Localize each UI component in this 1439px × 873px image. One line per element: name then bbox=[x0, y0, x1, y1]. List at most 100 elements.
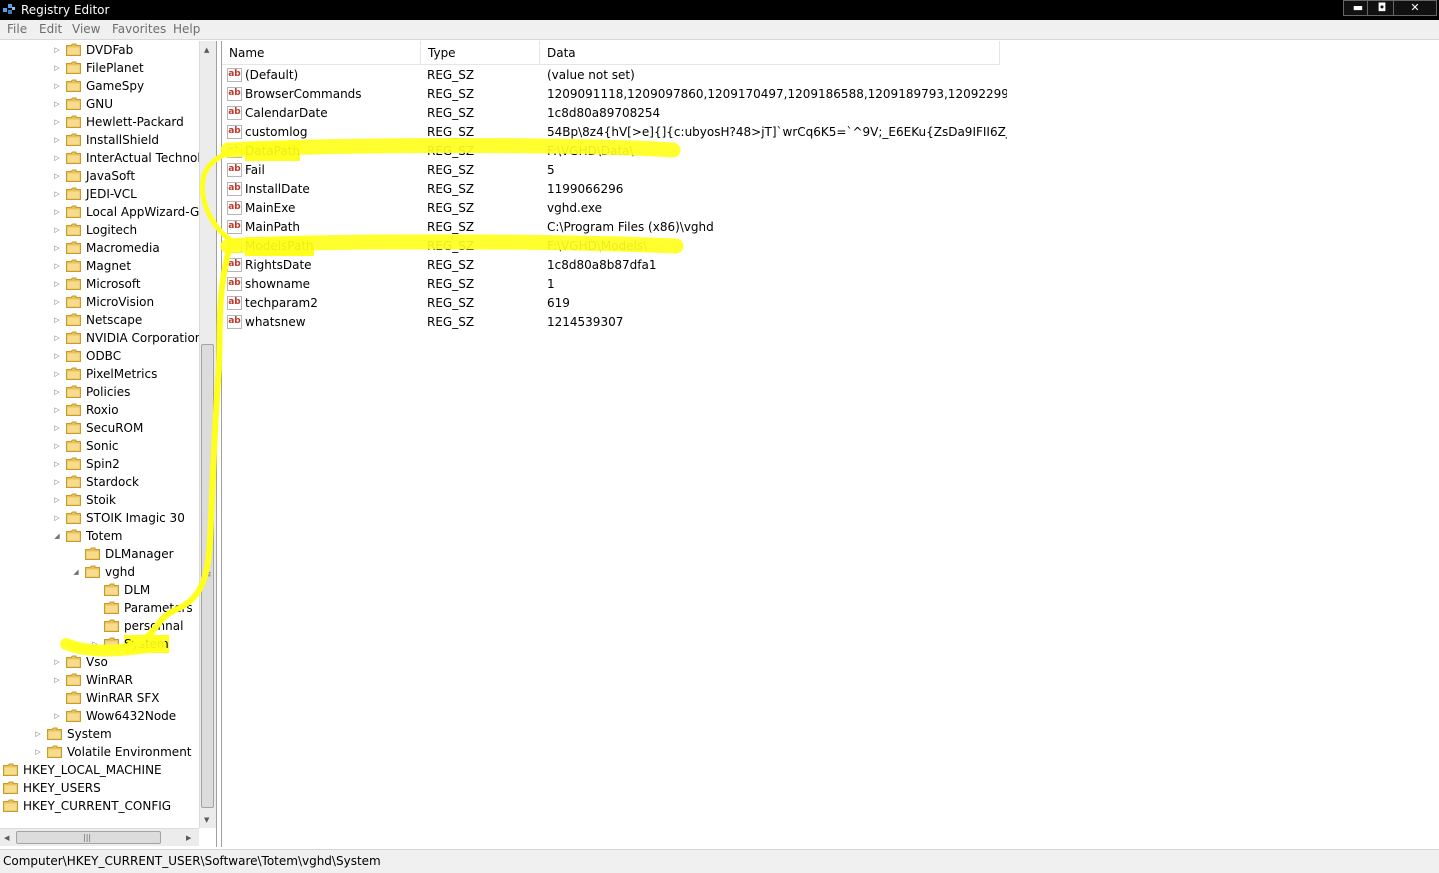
expander-arrow-icon[interactable]: ▷ bbox=[52, 671, 62, 689]
expander-arrow-icon[interactable]: ▷ bbox=[52, 221, 62, 239]
tree-item[interactable]: ▷ Magnet bbox=[0, 257, 199, 275]
value-row[interactable]: ab ModelsPath REG_SZ F:\VGHD\Models\ bbox=[222, 237, 1439, 256]
scroll-down-icon[interactable]: ▼ bbox=[204, 815, 209, 825]
menu-view[interactable]: View bbox=[72, 22, 100, 37]
expander-arrow-icon[interactable]: ▷ bbox=[52, 185, 62, 203]
expander-arrow-icon[interactable]: ▷ bbox=[52, 131, 62, 149]
tree-item[interactable]: ▷ Local AppWizard-Generat bbox=[0, 203, 216, 221]
tree-item[interactable]: ▷ Volatile Environment bbox=[0, 743, 199, 761]
tree-item[interactable]: ▷ Netscape bbox=[0, 311, 199, 329]
tree-item[interactable]: HKEY_LOCAL_MACHINE bbox=[0, 761, 199, 779]
tree-item[interactable]: ▷ System bbox=[0, 635, 199, 653]
value-row[interactable]: ab MainExe REG_SZ vghd.exe bbox=[222, 199, 1439, 218]
value-row[interactable]: ab whatsnew REG_SZ 1214539307 bbox=[222, 313, 1439, 332]
tree-item[interactable]: ▷ Spin2 bbox=[0, 455, 199, 473]
column-header-name[interactable]: Name bbox=[222, 41, 421, 65]
tree-item[interactable]: ◢ Totem bbox=[0, 527, 199, 545]
expander-arrow-icon[interactable]: ▷ bbox=[52, 365, 62, 383]
expander-arrow-icon[interactable]: ▷ bbox=[90, 635, 100, 653]
expander-arrow-icon[interactable]: ▷ bbox=[52, 239, 62, 257]
tree-item[interactable]: ▷ NVIDIA Corporation bbox=[0, 329, 202, 347]
value-row[interactable]: ab Fail REG_SZ 5 bbox=[222, 161, 1439, 180]
expander-arrow-icon[interactable]: ▷ bbox=[33, 725, 43, 743]
tree-item[interactable]: ▷ Sonic bbox=[0, 437, 199, 455]
expander-arrow-icon[interactable]: ▷ bbox=[52, 167, 62, 185]
tree-item[interactable]: ▷ Stardock bbox=[0, 473, 199, 491]
expander-arrow-icon[interactable]: ▷ bbox=[52, 437, 62, 455]
tree-item[interactable]: ▷ Macromedia bbox=[0, 239, 199, 257]
expander-arrow-icon[interactable]: ▷ bbox=[52, 293, 62, 311]
value-row[interactable]: ab DataPath REG_SZ F:\VGHD\Data\ bbox=[222, 142, 1439, 161]
expander-arrow-icon[interactable]: ▷ bbox=[52, 59, 62, 77]
expander-arrow-icon[interactable]: ◢ bbox=[71, 563, 81, 581]
expander-arrow-icon[interactable]: ▷ bbox=[52, 401, 62, 419]
scroll-up-icon[interactable]: ▲ bbox=[204, 45, 209, 55]
tree-vertical-scroll-thumb[interactable]: ≡ bbox=[201, 344, 214, 808]
tree-horizontal-scroll-thumb[interactable]: ||| bbox=[16, 831, 161, 844]
expander-arrow-icon[interactable]: ▷ bbox=[52, 329, 62, 347]
value-row[interactable]: ab showname REG_SZ 1 bbox=[222, 275, 1439, 294]
tree-item[interactable]: ▷ Logitech bbox=[0, 221, 199, 239]
tree-item[interactable]: HKEY_USERS bbox=[0, 779, 199, 797]
expander-arrow-icon[interactable]: ▷ bbox=[52, 41, 62, 59]
tree-item[interactable]: ▷ Policies bbox=[0, 383, 199, 401]
tree-item[interactable]: ▷ SecuROM bbox=[0, 419, 199, 437]
column-header-data[interactable]: Data bbox=[540, 41, 1000, 65]
expander-arrow-icon[interactable]: ▷ bbox=[52, 149, 62, 167]
expander-arrow-icon[interactable]: ▷ bbox=[52, 257, 62, 275]
tree-item[interactable]: ◢ vghd bbox=[0, 563, 199, 581]
expander-arrow-icon[interactable]: ▷ bbox=[33, 743, 43, 761]
value-row[interactable]: ab (Default) REG_SZ (value not set) bbox=[222, 66, 1439, 85]
expander-arrow-icon[interactable]: ▷ bbox=[52, 473, 62, 491]
value-row[interactable]: ab MainPath REG_SZ C:\Program Files (x86)\v… bbox=[222, 218, 1439, 237]
value-row[interactable]: ab CalendarDate REG_SZ 1c8d80a89708254 bbox=[222, 104, 1439, 123]
expander-arrow-icon[interactable]: ▷ bbox=[52, 509, 62, 527]
tree-item[interactable]: ▷ FilePlanet bbox=[0, 59, 199, 77]
tree-horizontal-scrollbar[interactable]: ◀ ||| ▶ bbox=[0, 828, 199, 846]
menu-file[interactable]: File bbox=[7, 22, 27, 37]
tree-item[interactable]: ▷ Stoik bbox=[0, 491, 199, 509]
expander-arrow-icon[interactable]: ▷ bbox=[52, 491, 62, 509]
value-row[interactable]: ab RightsDate REG_SZ 1c8d80a8b87dfa1 bbox=[222, 256, 1439, 275]
value-row[interactable]: ab techparam2 REG_SZ 619 bbox=[222, 294, 1439, 313]
close-button[interactable]: ✕ bbox=[1393, 0, 1437, 16]
tree-item[interactable]: ▷ JEDI-VCL bbox=[0, 185, 199, 203]
tree-item[interactable]: ▷ InterActual Technologies bbox=[0, 149, 216, 167]
tree-item[interactable]: ▷ Wow6432Node bbox=[0, 707, 199, 725]
tree-item[interactable]: ▷ Microsoft bbox=[0, 275, 199, 293]
expander-arrow-icon[interactable]: ▷ bbox=[52, 77, 62, 95]
scroll-right-icon[interactable]: ▶ bbox=[186, 833, 191, 843]
tree-item[interactable]: DLM bbox=[0, 581, 199, 599]
tree-item[interactable]: ▷ STOIK Imagic 30 bbox=[0, 509, 199, 527]
expander-arrow-icon[interactable]: ▷ bbox=[52, 707, 62, 725]
tree-item[interactable]: ▷ Hewlett-Packard bbox=[0, 113, 199, 131]
menu-favorites[interactable]: Favorites bbox=[112, 22, 166, 37]
scroll-left-icon[interactable]: ◀ bbox=[4, 833, 9, 843]
expander-arrow-icon[interactable]: ▷ bbox=[52, 95, 62, 113]
tree-item[interactable]: ▷ GameSpy bbox=[0, 77, 199, 95]
tree-item[interactable]: personnal bbox=[0, 617, 199, 635]
tree-item[interactable]: ▷ ODBC bbox=[0, 347, 199, 365]
value-row[interactable]: ab BrowserCommands REG_SZ 1209091118,120909… bbox=[222, 85, 1439, 104]
expander-arrow-icon[interactable]: ▷ bbox=[52, 419, 62, 437]
tree-vertical-scrollbar[interactable]: ▲ ≡ ▼ bbox=[199, 41, 216, 828]
key-tree-pane[interactable]: ▷ DVDFab ▷ FilePlanet ▷ GameSpy ▷ GNU ▷ Hewlett-P… bbox=[0, 41, 217, 847]
expander-arrow-icon[interactable]: ▷ bbox=[52, 347, 62, 365]
tree-item[interactable]: ▷ JavaSoft bbox=[0, 167, 199, 185]
menu-help[interactable]: Help bbox=[173, 22, 200, 37]
tree-item[interactable]: ▷ PixelMetrics bbox=[0, 365, 199, 383]
value-row[interactable]: ab customlog REG_SZ 54Bp\8z4{hV[>e]{]{c:uby… bbox=[222, 123, 1439, 142]
column-header-type[interactable]: Type bbox=[421, 41, 540, 65]
tree-item[interactable]: ▷ System bbox=[0, 725, 199, 743]
tree-item[interactable]: ▷ WinRAR bbox=[0, 671, 199, 689]
expander-arrow-icon[interactable]: ▷ bbox=[52, 383, 62, 401]
expander-arrow-icon[interactable]: ▷ bbox=[52, 275, 62, 293]
expander-arrow-icon[interactable]: ◢ bbox=[52, 527, 62, 545]
tree-item[interactable]: ▷ DVDFab bbox=[0, 41, 199, 59]
value-row[interactable]: ab InstallDate REG_SZ 1199066296 bbox=[222, 180, 1439, 199]
menu-edit[interactable]: Edit bbox=[39, 22, 62, 37]
expander-arrow-icon[interactable]: ▷ bbox=[52, 455, 62, 473]
expander-arrow-icon[interactable]: ▷ bbox=[52, 653, 62, 671]
tree-item[interactable]: ▷ Vso bbox=[0, 653, 199, 671]
tree-item[interactable]: ▷ GNU bbox=[0, 95, 199, 113]
